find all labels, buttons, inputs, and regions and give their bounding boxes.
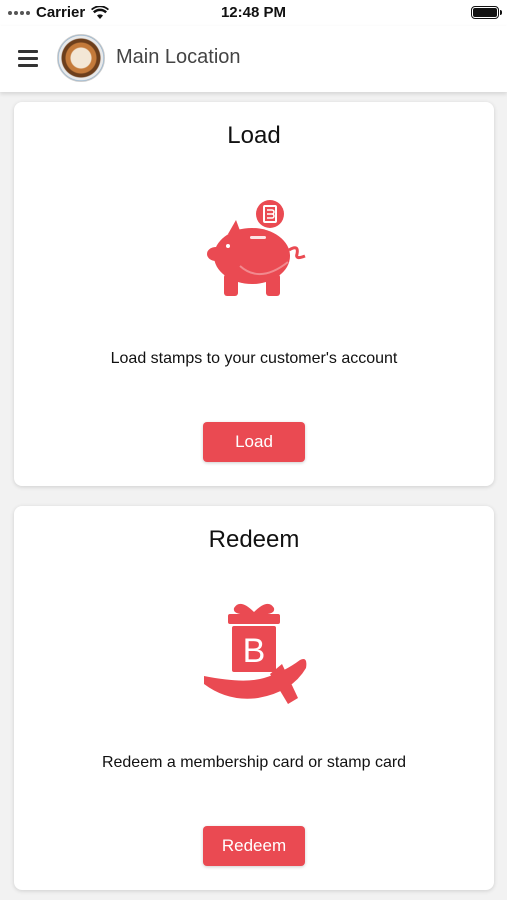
avatar[interactable] <box>57 34 105 82</box>
battery-icon <box>471 6 502 19</box>
status-bar: Carrier 12:48 PM <box>0 0 507 26</box>
load-card: Load Load stamps to your customer's acco… <box>14 102 494 486</box>
page-title: Main Location <box>116 46 241 68</box>
load-card-title: Load <box>227 122 281 149</box>
redeem-card-title: Redeem <box>208 526 300 553</box>
piggy-bank-icon <box>207 200 306 296</box>
load-card-description: Load stamps to your customer's account <box>110 350 398 367</box>
menu-icon[interactable] <box>18 50 38 68</box>
app-header: Main Location <box>0 26 507 92</box>
load-button[interactable]: Load <box>203 422 305 462</box>
svg-text:B: B <box>243 632 266 670</box>
gift-hand-icon: B <box>204 603 307 704</box>
redeem-card: Redeem B Redeem a membership card or sta… <box>14 506 494 890</box>
redeem-card-description: Redeem a membership card or stamp card <box>101 754 407 771</box>
redeem-button[interactable]: Redeem <box>203 826 305 866</box>
status-time: 12:48 PM <box>220 4 287 21</box>
